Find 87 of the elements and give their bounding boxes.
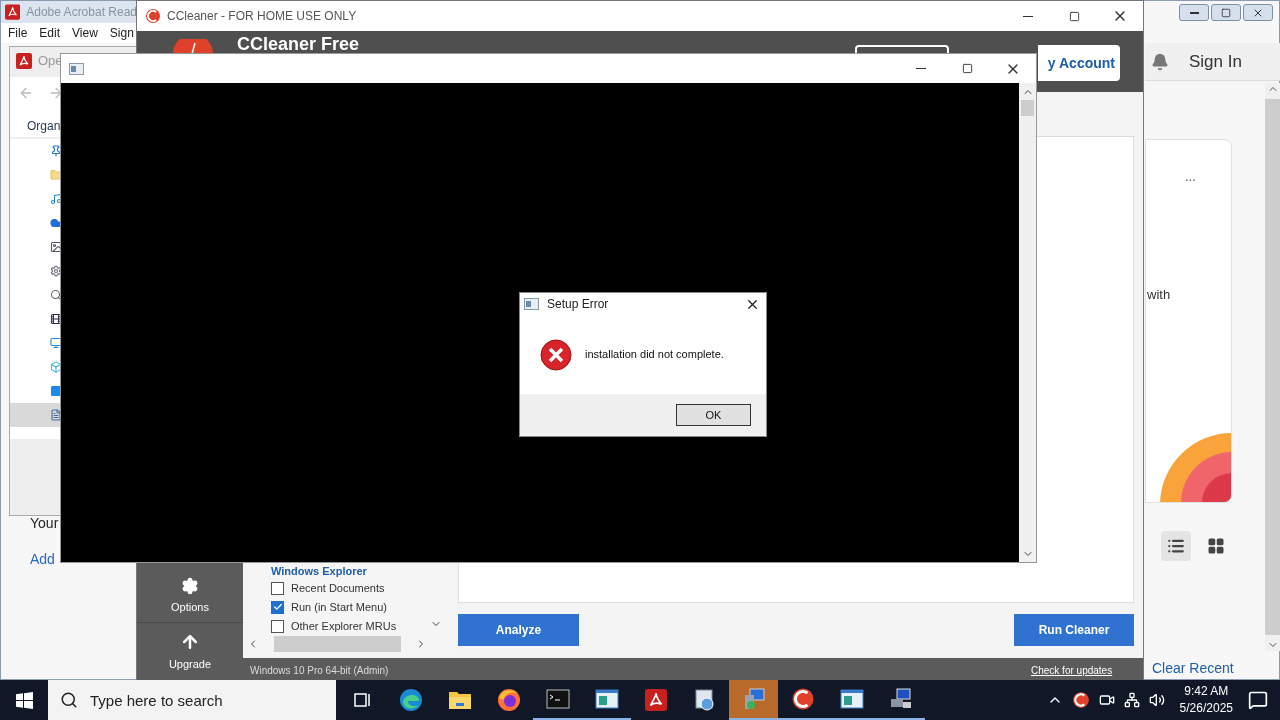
notification-icon[interactable] xyxy=(1248,690,1268,710)
checkbox[interactable] xyxy=(271,581,284,595)
windows-logo-icon xyxy=(15,691,33,709)
section-heading: Your xyxy=(30,514,59,533)
control-panel-icon[interactable] xyxy=(692,688,717,712)
document-icon xyxy=(50,408,62,422)
window-icon[interactable] xyxy=(839,689,864,709)
run-cleaner-button[interactable]: Run Cleaner xyxy=(1014,614,1134,646)
ccleaner-logo-icon xyxy=(1071,691,1090,709)
browser-icon[interactable] xyxy=(496,688,521,712)
network-computer-icon[interactable] xyxy=(888,687,913,711)
monitor-icon xyxy=(50,336,62,350)
tree-heading: Windows Explorer xyxy=(271,564,368,578)
illustration-drawing xyxy=(1160,433,1231,502)
error-icon xyxy=(540,338,572,371)
checkbox-label: Run (in Start Menu) xyxy=(291,599,387,615)
pdf-logo-icon xyxy=(5,4,21,20)
cube-icon xyxy=(50,360,62,374)
app-heading: CCleaner Free xyxy=(237,34,360,54)
picture-icon xyxy=(50,240,62,254)
gear-icon xyxy=(181,576,199,595)
grid-icon xyxy=(1207,537,1225,555)
menu-item[interactable]: Edit xyxy=(39,24,61,42)
list-icon xyxy=(1167,537,1185,555)
window-icon[interactable] xyxy=(594,689,619,709)
ccleaner-logo-icon xyxy=(145,8,161,24)
maximize-icon xyxy=(961,63,973,74)
window-icon xyxy=(524,298,539,310)
search-field[interactable]: Type here to search xyxy=(48,680,336,720)
cloud-icon xyxy=(50,216,62,230)
window-title: Adobe Acrobat Read xyxy=(26,4,137,21)
minimize-icon xyxy=(916,68,926,69)
analyze-button[interactable]: Analyze xyxy=(458,614,579,646)
maximize-icon xyxy=(1068,10,1080,22)
sign-in-button[interactable]: Sign In xyxy=(1189,48,1242,75)
gear-icon xyxy=(50,264,62,278)
list-view-button[interactable] xyxy=(1161,531,1191,561)
check-icon xyxy=(272,602,283,612)
folder-icon xyxy=(50,168,62,182)
checkbox-label: Recent Documents xyxy=(291,580,385,596)
minimize-icon xyxy=(1189,11,1199,14)
window-icon xyxy=(69,62,84,75)
menu-item[interactable]: Sign xyxy=(109,24,134,42)
toolbar-label: Organ xyxy=(27,118,61,135)
update-link[interactable]: Check for updates xyxy=(1031,663,1113,678)
ok-button[interactable]: OK xyxy=(676,404,751,426)
checkbox[interactable] xyxy=(271,600,284,614)
bell-icon[interactable] xyxy=(1151,52,1169,71)
scrollbar[interactable] xyxy=(1019,83,1036,562)
sidebar-item[interactable]: Options xyxy=(137,565,243,617)
add-link[interactable]: Add xyxy=(30,549,55,570)
clear-recent-link[interactable]: Clear Recent xyxy=(1152,658,1234,679)
card-text: with xyxy=(1147,286,1171,304)
scroll-thumb[interactable] xyxy=(1021,100,1034,116)
task-view-icon[interactable] xyxy=(351,690,372,710)
dialog-title: Setup Error xyxy=(547,296,609,313)
folder-icon[interactable] xyxy=(447,689,472,711)
ccleaner-logo-icon xyxy=(790,687,815,711)
status-text: Windows 10 Pro 64-bit (Admin) xyxy=(250,664,389,678)
minimize-icon xyxy=(1023,15,1033,17)
pin-icon xyxy=(50,144,62,158)
music-icon xyxy=(50,192,62,206)
account-button[interactable]: y Account xyxy=(1038,45,1120,81)
close-button[interactable] xyxy=(1243,4,1273,21)
network-icon[interactable] xyxy=(1123,692,1140,708)
clock-time[interactable]: 9:42 AM xyxy=(1184,683,1229,700)
camera-icon[interactable] xyxy=(1098,692,1115,708)
volume-icon[interactable] xyxy=(1148,692,1165,708)
window-title: CCleaner - FOR HOME USE ONLY xyxy=(167,8,357,25)
menu-item[interactable]: View xyxy=(72,24,98,42)
pdf-logo-icon xyxy=(16,52,32,69)
scrollbar[interactable] xyxy=(1265,83,1280,651)
minimize-button[interactable] xyxy=(1179,4,1209,21)
pdf-logo-icon xyxy=(644,689,667,711)
search-icon xyxy=(50,288,62,302)
checkbox[interactable] xyxy=(271,619,284,633)
restore-button[interactable] xyxy=(1211,4,1241,21)
more-button[interactable]: ... xyxy=(1185,170,1196,183)
search-icon xyxy=(60,691,78,709)
film-icon xyxy=(50,312,62,326)
checkbox-label: Other Explorer MRUs xyxy=(291,618,397,634)
menu-item[interactable]: File xyxy=(8,24,28,42)
clock-date[interactable]: 5/26/2025 xyxy=(1179,700,1233,717)
terminal-icon[interactable] xyxy=(545,689,570,709)
restore-icon xyxy=(1221,7,1231,18)
error-message: installation did not complete. xyxy=(585,347,724,363)
browser-icon[interactable] xyxy=(398,688,423,712)
